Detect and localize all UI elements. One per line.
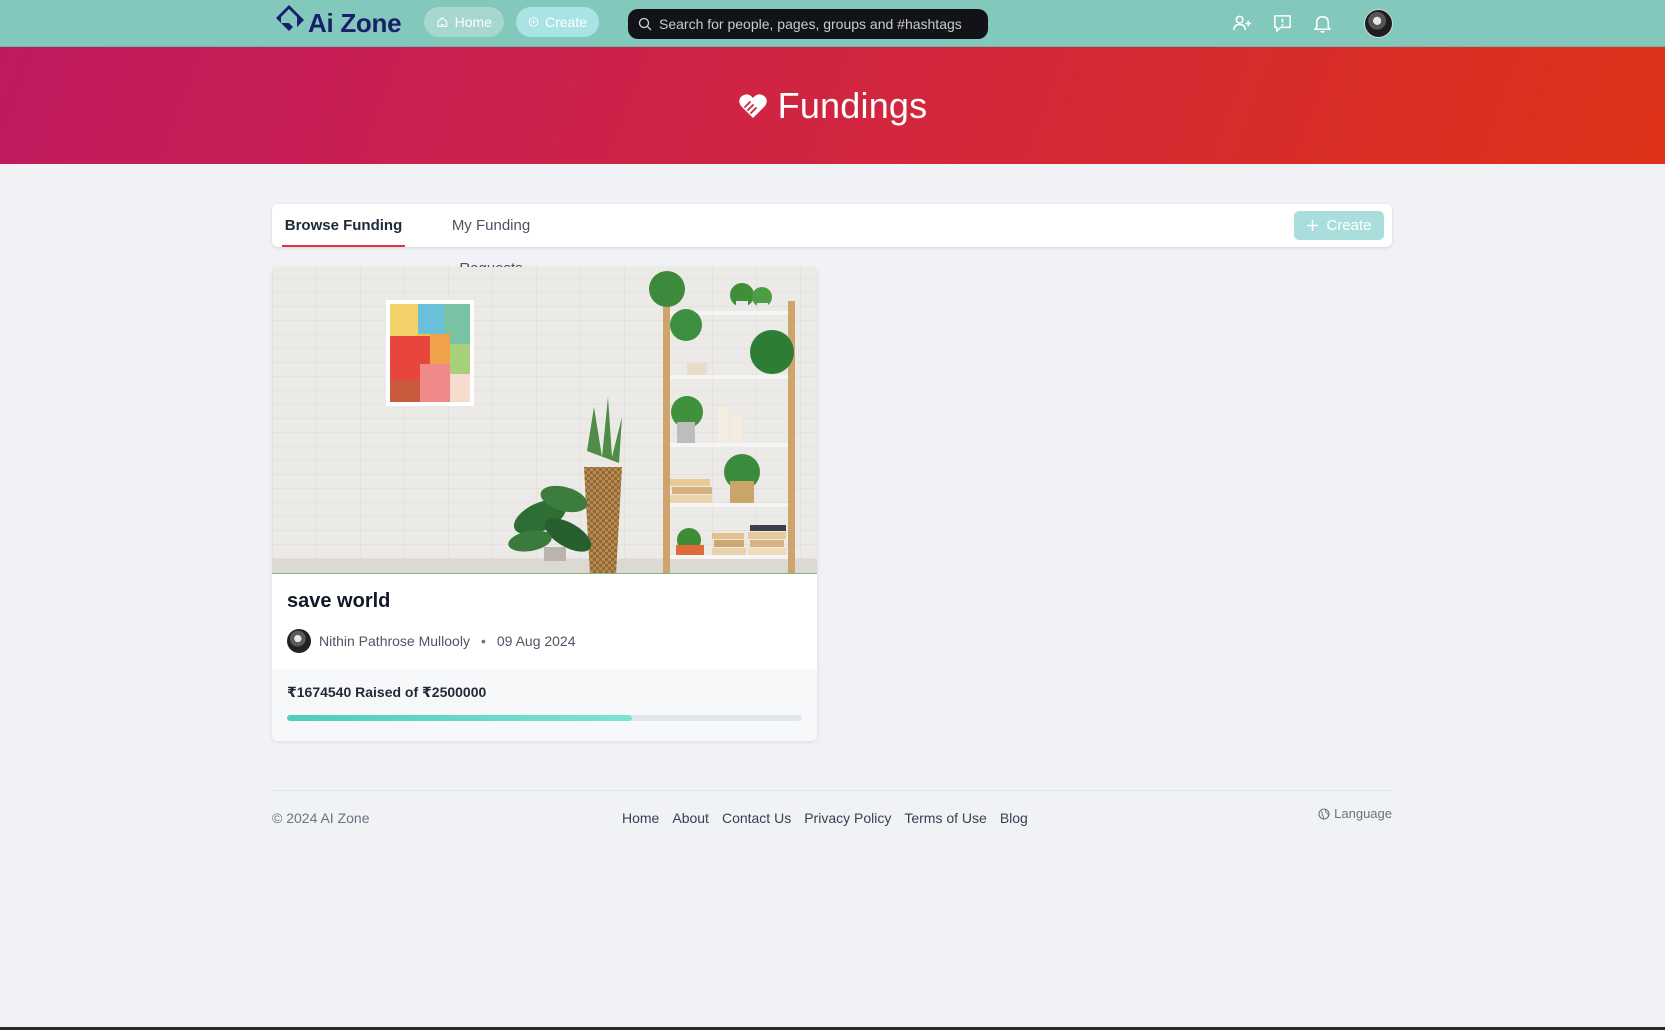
logo-text: Ai Zone (308, 7, 402, 38)
funding-progress-bar (287, 715, 802, 721)
separator-dot: • (480, 633, 486, 649)
funding-author-row: Nithin Pathrose Mullooly • 09 Aug 2024 (287, 629, 576, 653)
plus-circle-icon (528, 17, 539, 27)
bell-icon[interactable] (1310, 11, 1334, 35)
author-name[interactable]: Nithin Pathrose Mullooly (319, 633, 470, 649)
logo-diamond-icon (276, 5, 304, 31)
top-navbar: Ai Zone Home Create (0, 0, 1665, 47)
search-icon (638, 17, 652, 31)
funding-stats: ₹1674540 Raised of ₹2500000 (272, 669, 817, 741)
search-bar[interactable] (628, 9, 988, 39)
page-banner: Fundings (0, 47, 1665, 164)
funding-card[interactable]: save world Nithin Pathrose Mullooly • 09… (272, 267, 817, 741)
home-icon (437, 17, 448, 27)
create-button-label: Create (544, 14, 587, 30)
footer-link-about[interactable]: About (672, 810, 709, 826)
author-avatar[interactable] (287, 629, 311, 653)
user-avatar[interactable] (1364, 9, 1393, 38)
funding-cover-image (272, 267, 817, 574)
page-title: Fundings (777, 84, 928, 126)
footer-copyright: © 2024 AI Zone (272, 810, 370, 826)
add-friend-icon[interactable] (1230, 11, 1254, 35)
home-button-label: Home (454, 14, 492, 30)
home-button[interactable]: Home (424, 7, 504, 37)
footer-link-contact[interactable]: Contact Us (722, 810, 791, 826)
heart-handshake-icon (738, 93, 767, 118)
footer-divider (272, 790, 1392, 791)
logo[interactable]: Ai Zone (272, 5, 402, 41)
footer-link-home[interactable]: Home (622, 810, 659, 826)
footer-link-blog[interactable]: Blog (1000, 810, 1028, 826)
create-button[interactable]: Create (516, 7, 599, 37)
footer-link-privacy[interactable]: Privacy Policy (804, 810, 891, 826)
funding-title[interactable]: save world (287, 590, 390, 613)
language-selector[interactable]: Language (1318, 806, 1392, 821)
tab-my-funding-requests[interactable]: My Funding Requests (420, 204, 562, 277)
chat-icon[interactable] (1270, 11, 1294, 35)
globe-icon (1318, 807, 1330, 820)
footer-link-terms[interactable]: Terms of Use (904, 810, 986, 826)
funding-date: 09 Aug 2024 (496, 633, 576, 649)
search-input[interactable] (659, 16, 978, 32)
tab-browse-funding[interactable]: Browse Funding (282, 204, 405, 247)
funding-progress-fill (287, 715, 632, 721)
create-funding-button[interactable]: Create (1294, 211, 1384, 240)
funding-tabs: Browse Funding My Funding Requests Creat… (272, 204, 1392, 277)
plus-icon (1307, 220, 1319, 231)
footer-links: Home About Contact Us Privacy Policy Ter… (622, 810, 1028, 826)
create-funding-label: Create (1326, 217, 1372, 234)
language-label: Language (1334, 806, 1392, 821)
raised-amount: ₹1674540 Raised of ₹2500000 (287, 684, 487, 700)
